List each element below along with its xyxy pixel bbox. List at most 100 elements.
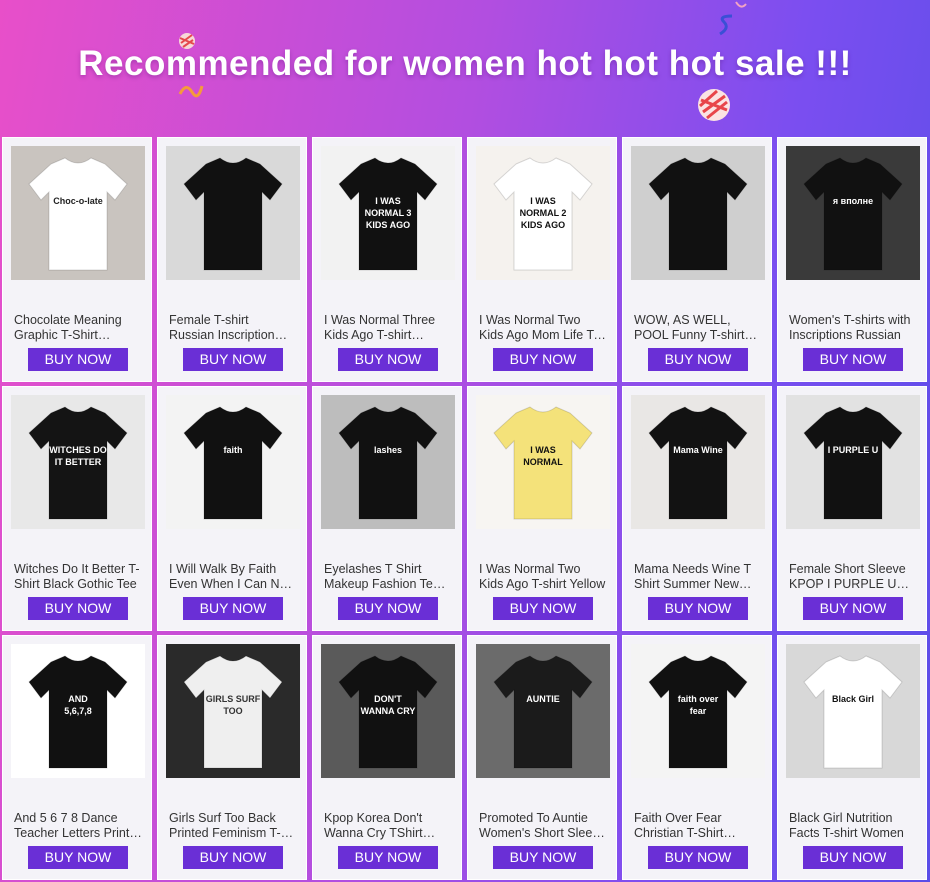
product-card[interactable]: GIRLS SURF TOO Girls Surf Too Back Printed… [157,635,307,880]
product-card[interactable]: AUNTIE Promoted To Auntie Women's Short S… [467,635,617,880]
buy-now-button[interactable]: BUY NOW [338,846,438,869]
buy-now-button[interactable]: BUY NOW [183,846,283,869]
product-card[interactable]: I PURPLE U Female Short Sleeve KPOP I PUR… [777,386,927,631]
product-image[interactable]: faith [166,395,300,529]
svg-text:Mama Wine: Mama Wine [673,445,722,455]
svg-text:faith over: faith over [678,694,719,704]
product-card[interactable]: я вполне Women's T-shirts with Inscriptio… [777,137,927,382]
product-image[interactable]: Choc-o-late [11,146,145,280]
buy-now-button[interactable]: BUY NOW [183,348,283,371]
product-card[interactable]: AND 5,6,7,8 And 5 6 7 8 Dance Teacher Lett… [2,635,152,880]
product-image[interactable]: WITCHES DO IT BETTER [11,395,145,529]
product-title[interactable]: I Was Normal Two Kids Ago Mom Life T-shi… [479,313,607,343]
product-image[interactable]: faith over fear [631,644,765,778]
product-image[interactable]: lashes [321,395,455,529]
svg-text:AUNTIE: AUNTIE [526,694,560,704]
buy-now-button[interactable]: BUY NOW [183,597,283,620]
tshirt-icon: GIRLS SURF TOO [166,644,300,778]
product-title[interactable]: Witches Do It Better T-Shirt Black Gothi… [14,562,142,592]
buy-now-button[interactable]: BUY NOW [493,597,593,620]
tshirt-icon: I WAS NORMAL [476,395,610,529]
product-title[interactable]: Eyelashes T Shirt Makeup Fashion Tee Wom… [324,562,452,592]
product-card[interactable]: lashes Eyelashes T Shirt Makeup Fashion T… [312,386,462,631]
product-title[interactable]: Female Short Sleeve KPOP I PURPLE U Tee [789,562,917,592]
svg-text:TOO: TOO [223,706,242,716]
product-card[interactable]: faith over fear Faith Over Fear Christian … [622,635,772,880]
buy-now-button[interactable]: BUY NOW [648,597,748,620]
product-image[interactable]: I WAS NORMAL 2 KIDS AGO [476,146,610,280]
buy-now-button[interactable]: BUY NOW [803,348,903,371]
product-card[interactable]: DON'T WANNA CRY Kpop Korea Don't Wanna Cry… [312,635,462,880]
product-image[interactable]: I WAS NORMAL 3 KIDS AGO [321,146,455,280]
buy-now-button[interactable]: BUY NOW [648,846,748,869]
svg-text:WITCHES DO: WITCHES DO [49,445,107,455]
product-title[interactable]: I Was Normal Three Kids Ago T-shirt Casu… [324,313,452,343]
svg-text:GIRLS SURF: GIRLS SURF [206,694,261,704]
svg-text:I WAS: I WAS [375,196,401,206]
tshirt-icon [166,146,300,280]
svg-text:NORMAL 3: NORMAL 3 [365,208,412,218]
product-title[interactable]: Kpop Korea Don't Wanna Cry TShirt Women [324,811,452,841]
product-card[interactable]: Female T-shirt Russian Inscription Funny… [157,137,307,382]
svg-text:5,6,7,8: 5,6,7,8 [64,706,92,716]
product-card[interactable]: I WAS NORMAL I Was Normal Two Kids Ago T-s… [467,386,617,631]
product-card[interactable]: Mama Wine Mama Needs Wine T Shirt Summer … [622,386,772,631]
buy-now-button[interactable]: BUY NOW [28,846,128,869]
svg-text:lashes: lashes [374,445,402,455]
product-title[interactable]: Chocolate Meaning Graphic T-Shirt Women … [14,313,142,343]
product-image[interactable] [166,146,300,280]
product-grid: Choc-o-late Chocolate Meaning Graphic T-S… [2,137,928,882]
product-image[interactable]: I PURPLE U [786,395,920,529]
buy-now-button[interactable]: BUY NOW [803,597,903,620]
svg-text:WANNA CRY: WANNA CRY [361,706,416,716]
product-image[interactable]: Mama Wine [631,395,765,529]
product-title[interactable]: Promoted To Auntie Women's Short Sleeve … [479,811,607,841]
buy-now-button[interactable]: BUY NOW [648,348,748,371]
product-title[interactable]: Female T-shirt Russian Inscription Funny… [169,313,297,343]
product-title[interactable]: Faith Over Fear Christian T-Shirt Women [634,811,762,841]
product-title[interactable]: I Will Walk By Faith Even When I Can Not… [169,562,297,592]
svg-text:I PURPLE U: I PURPLE U [828,445,879,455]
product-image[interactable]: AND 5,6,7,8 [11,644,145,778]
banner: Recommended for women hot hot hot sale !… [0,0,930,135]
svg-text:NORMAL 2: NORMAL 2 [520,208,567,218]
product-title[interactable]: Girls Surf Too Back Printed Feminism T-s… [169,811,297,841]
product-card[interactable]: I WAS NORMAL 2 KIDS AGO I Was Normal Two Ki… [467,137,617,382]
buy-now-button[interactable]: BUY NOW [338,348,438,371]
tshirt-icon: DON'T WANNA CRY [321,644,455,778]
buy-now-button[interactable]: BUY NOW [493,846,593,869]
tshirt-icon: I WAS NORMAL 2 KIDS AGO [476,146,610,280]
product-card[interactable]: WOW, AS WELL, POOL Funny T-shirt Russian… [622,137,772,382]
product-image[interactable]: DON'T WANNA CRY [321,644,455,778]
svg-text:NORMAL: NORMAL [523,457,563,467]
buy-now-button[interactable]: BUY NOW [28,348,128,371]
product-title[interactable]: And 5 6 7 8 Dance Teacher Letters Print … [14,811,142,841]
tshirt-icon: WITCHES DO IT BETTER [11,395,145,529]
product-image[interactable]: Black Girl [786,644,920,778]
product-image[interactable]: AUNTIE [476,644,610,778]
svg-text:AND: AND [68,694,88,704]
product-title[interactable]: Mama Needs Wine T Shirt Summer New Fashi… [634,562,762,592]
svg-text:KIDS AGO: KIDS AGO [366,220,410,230]
buy-now-button[interactable]: BUY NOW [493,348,593,371]
buy-now-button[interactable]: BUY NOW [803,846,903,869]
buy-now-button[interactable]: BUY NOW [28,597,128,620]
product-title[interactable]: Women's T-shirts with Inscriptions Russi… [789,313,917,343]
product-image[interactable]: я вполне [786,146,920,280]
product-image[interactable]: I WAS NORMAL [476,395,610,529]
product-title[interactable]: I Was Normal Two Kids Ago T-shirt Yellow [479,562,607,592]
product-title[interactable]: Black Girl Nutrition Facts T-shirt Women [789,811,917,841]
product-card[interactable]: Choc-o-late Chocolate Meaning Graphic T-S… [2,137,152,382]
product-card[interactable]: Black Girl Black Girl Nutrition Facts T-s… [777,635,927,880]
product-image[interactable] [631,146,765,280]
product-card[interactable]: I WAS NORMAL 3 KIDS AGO I Was Normal Three … [312,137,462,382]
tshirt-icon: Mama Wine [631,395,765,529]
product-title[interactable]: WOW, AS WELL, POOL Funny T-shirt Russian [634,313,762,343]
product-card[interactable]: WITCHES DO IT BETTER Witches Do It Better … [2,386,152,631]
tshirt-icon: faith [166,395,300,529]
product-image[interactable]: GIRLS SURF TOO [166,644,300,778]
tshirt-icon: I PURPLE U [786,395,920,529]
product-card[interactable]: faith I Will Walk By Faith Even When I Ca… [157,386,307,631]
svg-text:faith: faith [224,445,243,455]
buy-now-button[interactable]: BUY NOW [338,597,438,620]
